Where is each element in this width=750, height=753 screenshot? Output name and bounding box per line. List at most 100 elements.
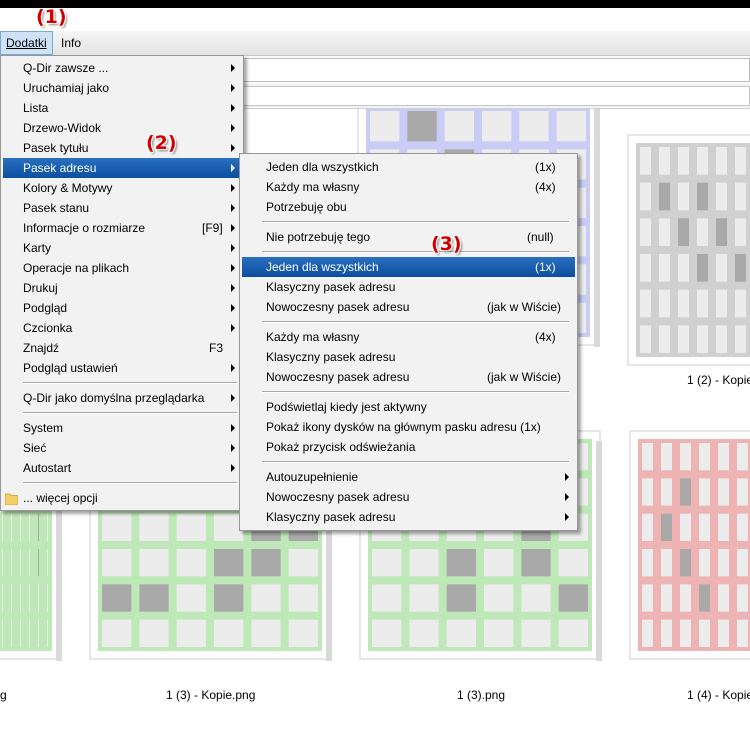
menu-item-karty[interactable]: Karty [3,238,241,258]
thumbnail-cell [716,218,727,246]
chevron-right-icon [231,444,235,452]
submenu-item-potrzebuje-obu[interactable]: Potrzebuję obu [242,197,575,217]
thumbnail-cell [102,549,132,577]
thumbnail-cell [11,549,12,577]
submenu-item-jeden-dla-wszystkich[interactable]: Jeden dla wszystkich (1x) [242,157,575,177]
submenu-item-podswietlaj[interactable]: Podświetlaj kiedy jest aktywny [242,397,575,417]
thumbnail-cell [139,513,169,541]
menu-item-drzewo-widok[interactable]: Drzewo-Widok [3,118,241,138]
menu-item-operacje-na-plikach[interactable]: Operacje na plikach [3,258,241,278]
thumbnail-cell [2,584,3,612]
thumbnail-cell [737,619,748,647]
thumbnail-cell [11,619,12,647]
thumbnail-cell [735,182,746,211]
menu-bar: Dodatki Info [0,31,750,56]
chevron-right-icon [231,244,235,252]
submenu-item-kazdy-ma-wlasny-4x[interactable]: Każdy ma własny (4x) [242,327,575,347]
submenu-item-pokaz-ikony-dyskow[interactable]: Pokaż ikony dysków na głównym pasku adre… [242,417,575,437]
submenu-item-autouzupelnienie[interactable]: Autouzupełnienie [242,467,575,487]
submenu-item-nowoczesny-pasek-4x[interactable]: Nowoczesny pasek adresu (jak w Wiście) [242,367,575,387]
chevron-right-icon [231,364,235,372]
thumbnail-cell [29,513,30,541]
menu-dodatki[interactable]: Dodatki [0,31,53,55]
menu-dodatki-label: Dodatki [6,36,47,50]
thumbnail-cell [737,478,748,506]
thumbnail-cell [372,619,402,647]
menu-item-lista[interactable]: Lista [3,98,241,118]
thumbnail-shadow [594,109,600,347]
submenu-item-nowoczesny-pasek-1x[interactable]: Nowoczesny pasek adresu (jak w Wiście) [242,297,575,317]
chevron-right-icon [231,144,235,152]
menu-item-znajdz[interactable]: Znajdź F3 [3,338,241,358]
annotation-step-1: (1) [36,6,67,28]
thumbnail-cell [716,254,727,282]
menu-item-uruchamiaj-jako[interactable]: Uruchamiaj jako [3,78,241,98]
menu-item-q-dir-zawsze[interactable]: Q-Dir zawsze ... [3,58,241,78]
thumbnail-cell [139,549,169,577]
menu-item-autostart[interactable]: Autostart [3,458,241,478]
menu-item-wiecej-opcji[interactable]: ... więcej opcji [3,488,241,508]
submenu-item-klasyczny-pasek-adresu[interactable]: Klasyczny pasek adresu [242,507,575,527]
submenu-item-nowoczesny-pasek-adresu[interactable]: Nowoczesny pasek adresu [242,487,575,507]
thumbnail-cell [642,619,653,647]
thumbnail-cell [521,619,551,647]
menu-separator [23,382,237,384]
thumbnail-cell [716,289,727,318]
thumbnail-cell [251,584,281,612]
chevron-right-icon [231,304,235,312]
menu-separator [262,251,569,253]
menu-item-drukuj[interactable]: Drukuj [3,278,241,298]
thumbnail-cell [370,111,400,142]
menu-item-czcionka[interactable]: Czcionka [3,318,241,338]
thumbnail-cell [409,619,439,647]
thumbnail-cell [38,549,39,577]
menu-info[interactable]: Info [56,32,86,54]
file-label[interactable]: 1 (3) - Kopie.png [166,688,255,702]
file-label[interactable]: g [0,688,7,702]
shortcut-label: [F9] [202,221,223,235]
menu-item-kolory-motywy[interactable]: Kolory & Motywy [3,178,241,198]
thumbnail-cell [737,584,748,612]
thumbnail-cell [29,549,30,577]
address-input[interactable] [240,86,750,106]
menu-item-podglad[interactable]: Podgląd [3,298,241,318]
chevron-right-icon [231,184,235,192]
file-label[interactable]: 1 (4) - Kopie [687,688,750,702]
menu-item-system[interactable]: System [3,418,241,438]
menu-item-informacje-o-rozmiarze[interactable]: Informacje o rozmiarze [F9] [3,218,241,238]
thumbnail-cell [735,289,746,318]
menu-separator [262,221,569,223]
thumbnail-cell [484,549,514,577]
menu-item-domyslna-przegladarka[interactable]: Q-Dir jako domyślna przeglądarka [3,388,241,408]
menu-item-pasek-stanu[interactable]: Pasek stanu [3,198,241,218]
thumbnail-cell [699,443,710,471]
menu-item-pasek-adresu[interactable]: Pasek adresu [3,158,241,178]
thumbnail-cell [680,549,691,577]
thumbnail-cell [680,513,691,541]
address-bar-top[interactable] [240,58,750,82]
thumbnail-cell [697,218,708,246]
submenu-item-jeden-dla-wszystkich-1x[interactable]: Jeden dla wszystkich (1x) [242,257,575,277]
thumbnail-cell [407,111,437,142]
thumbnail-cell [737,549,748,577]
thumbnail-cell [139,619,169,647]
chevron-right-icon [565,513,569,521]
window-top-edge [0,0,750,8]
thumbnail-cell [735,218,746,246]
submenu-item-klasyczny-pasek-1x[interactable]: Klasyczny pasek adresu [242,277,575,297]
thumbnail-cell [521,584,551,612]
menu-item-podglad-ustawien[interactable]: Podgląd ustawień [3,358,241,378]
chevron-right-icon [231,164,235,172]
submenu-item-kazdy-ma-wlasny[interactable]: Każdy ma własny (4x) [242,177,575,197]
file-label[interactable]: 1 (3).png [457,688,505,702]
thumbnail-cell [716,325,727,353]
submenu-item-pokaz-przycisk-odswiezania[interactable]: Pokaż przycisk odświeżania [242,437,575,457]
submenu-item-klasyczny-pasek-4x[interactable]: Klasyczny pasek adresu [242,347,575,367]
menu-item-pasek-tytulu[interactable]: Pasek tytułu [3,138,241,158]
menu-item-siec[interactable]: Sieć [3,438,241,458]
file-label[interactable]: 1 (2) - Kopie [687,373,750,387]
thumbnail-cell [642,584,653,612]
thumbnail-cell [139,584,169,612]
submenu-item-nie-potrzebuje-tego[interactable]: Nie potrzebuję tego (null) [242,227,575,247]
thumbnail-cell [642,478,653,506]
